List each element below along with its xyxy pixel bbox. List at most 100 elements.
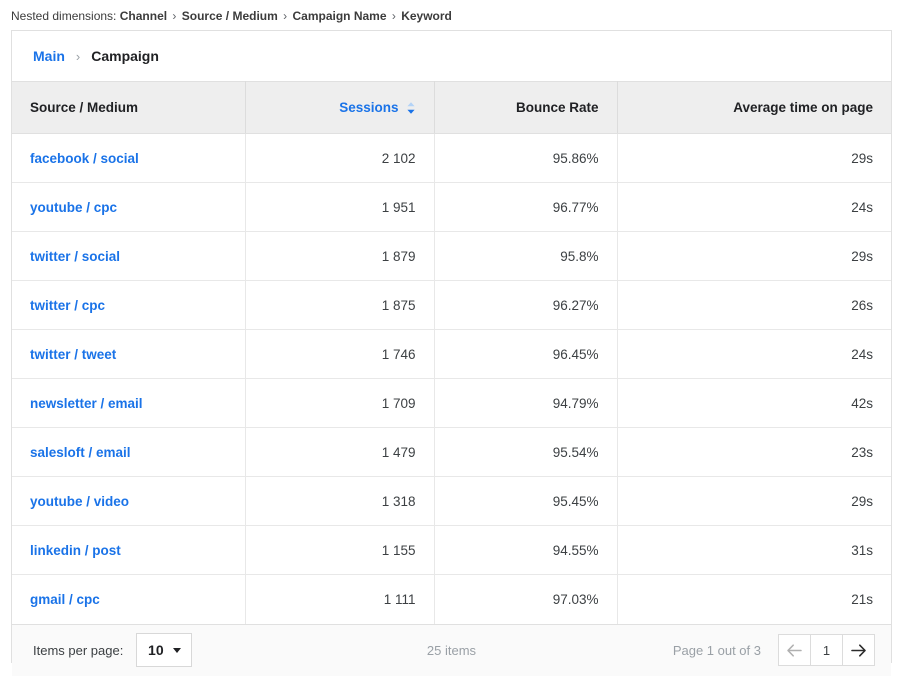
source-medium-link[interactable]: facebook / social	[30, 151, 139, 166]
nested-dimension-channel: Channel	[119, 9, 168, 23]
cell-average-time: 24s	[617, 329, 891, 379]
cell-sessions: 1 879	[245, 231, 435, 281]
cell-bounce-rate: 95.86%	[434, 133, 618, 183]
cell-bounce-rate: 96.27%	[434, 280, 618, 330]
nested-dimensions-separator-icon: ›	[172, 9, 177, 23]
previous-page-button[interactable]	[778, 634, 811, 666]
column-header-bounce-rate[interactable]: Bounce Rate	[434, 81, 618, 134]
cell-source-medium: newsletter / email	[12, 378, 246, 428]
column-header-label: Bounce Rate	[515, 100, 599, 115]
column-header-source-medium[interactable]: Source / Medium	[12, 81, 246, 134]
cell-source-medium: linkedin / post	[12, 525, 246, 575]
cell-source-medium: gmail / cpc	[12, 574, 246, 624]
cell-source-medium: salesloft / email	[12, 427, 246, 477]
table-body: facebook / social 2 102 95.86% 29s youtu…	[12, 133, 891, 624]
cell-sessions: 1 155	[245, 525, 435, 575]
cell-bounce-rate: 97.03%	[434, 574, 618, 624]
cell-source-medium: twitter / social	[12, 231, 246, 281]
items-per-page-label: Items per page:	[33, 642, 124, 658]
cell-bounce-rate: 94.55%	[434, 525, 618, 575]
table-row: salesloft / email 1 479 95.54% 23s	[12, 427, 891, 477]
cell-bounce-rate: 95.45%	[434, 476, 618, 526]
table-row: twitter / social 1 879 95.8% 29s	[12, 231, 891, 281]
source-medium-link[interactable]: twitter / cpc	[30, 298, 105, 313]
cell-source-medium: youtube / cpc	[12, 182, 246, 232]
nested-dimensions-separator-icon: ›	[283, 9, 288, 23]
pagination-area: Page 1 out of 3 1	[673, 634, 875, 666]
source-medium-link[interactable]: newsletter / email	[30, 396, 143, 411]
column-header-average-time-on-page[interactable]: Average time on page	[617, 81, 891, 134]
sort-control-sessions[interactable]: Sessions	[339, 100, 415, 115]
cell-average-time: 31s	[617, 525, 891, 575]
cell-average-time: 23s	[617, 427, 891, 477]
nested-dimensions-label: Nested dimensions:	[11, 9, 117, 23]
items-per-page-select[interactable]: 10	[136, 633, 193, 667]
cell-sessions: 1 111	[245, 574, 435, 624]
cell-source-medium: twitter / tweet	[12, 329, 246, 379]
table-row: youtube / cpc 1 951 96.77% 24s	[12, 182, 891, 232]
source-medium-link[interactable]: linkedin / post	[30, 543, 121, 558]
cell-average-time: 29s	[617, 476, 891, 526]
nested-dimensions-bar: Nested dimensions: Channel › Source / Me…	[0, 0, 903, 24]
cell-average-time: 24s	[617, 182, 891, 232]
cell-average-time: 29s	[617, 231, 891, 281]
cell-sessions: 1 318	[245, 476, 435, 526]
column-header-label: Sessions	[339, 100, 399, 115]
cell-sessions: 1 746	[245, 329, 435, 379]
chevron-right-icon: ›	[75, 48, 81, 64]
table-row: twitter / cpc 1 875 96.27% 26s	[12, 280, 891, 330]
current-page-number: 1	[822, 642, 831, 658]
breadcrumb-current-campaign: Campaign	[91, 48, 159, 64]
nested-dimension-keyword: Keyword	[401, 9, 452, 23]
nested-dimension-campaign-name: Campaign Name	[292, 9, 387, 23]
table-header-row: Source / Medium Sessions Bounce Rate Ave…	[12, 81, 891, 134]
cell-source-medium: twitter / cpc	[12, 280, 246, 330]
table-row: youtube / video 1 318 95.45% 29s	[12, 476, 891, 526]
breadcrumb-item-main[interactable]: Main	[33, 48, 65, 64]
sort-arrows-icon	[406, 101, 416, 115]
source-medium-link[interactable]: youtube / cpc	[30, 200, 117, 215]
table-header: Source / Medium Sessions Bounce Rate Ave…	[12, 81, 891, 134]
cell-average-time: 26s	[617, 280, 891, 330]
items-per-page-value: 10	[148, 642, 164, 658]
column-header-sessions[interactable]: Sessions	[245, 81, 435, 134]
cell-bounce-rate: 94.79%	[434, 378, 618, 428]
cell-sessions: 1 951	[245, 182, 435, 232]
cell-source-medium: youtube / video	[12, 476, 246, 526]
report-card: Main › Campaign Source / Medium Sessions	[11, 30, 892, 676]
source-medium-link[interactable]: salesloft / email	[30, 445, 131, 460]
table-row: facebook / social 2 102 95.86% 29s	[12, 133, 891, 183]
source-medium-link[interactable]: twitter / tweet	[30, 347, 116, 362]
cell-sessions: 1 709	[245, 378, 435, 428]
cell-bounce-rate: 95.54%	[434, 427, 618, 477]
page-status: Page 1 out of 3	[672, 642, 761, 658]
cell-source-medium: facebook / social	[12, 133, 246, 183]
arrow-right-icon	[851, 643, 866, 657]
pagination-controls: 1	[778, 634, 875, 666]
cell-bounce-rate: 95.8%	[434, 231, 618, 281]
table-footer: Items per page: 10 25 items Page 1 out o…	[12, 623, 891, 676]
table-row: gmail / cpc 1 111 97.03% 21s	[12, 574, 891, 624]
table-row: linkedin / post 1 155 94.55% 31s	[12, 525, 891, 575]
column-header-label: Source / Medium	[30, 100, 139, 115]
cell-sessions: 1 875	[245, 280, 435, 330]
cell-bounce-rate: 96.45%	[434, 329, 618, 379]
cell-average-time: 29s	[617, 133, 891, 183]
next-page-button[interactable]	[842, 634, 875, 666]
source-medium-link[interactable]: youtube / video	[30, 494, 129, 509]
source-medium-link[interactable]: twitter / social	[30, 249, 120, 264]
cell-bounce-rate: 96.77%	[434, 182, 618, 232]
chevron-down-icon	[172, 647, 181, 653]
nested-dimensions-separator-icon: ›	[391, 9, 396, 23]
column-header-label: Average time on page	[733, 100, 873, 115]
cell-sessions: 1 479	[245, 427, 435, 477]
arrow-left-icon	[787, 643, 802, 657]
cell-average-time: 21s	[617, 574, 891, 624]
report-table: Source / Medium Sessions Bounce Rate Ave…	[12, 81, 891, 624]
source-medium-link[interactable]: gmail / cpc	[30, 592, 100, 607]
table-row: twitter / tweet 1 746 96.45% 24s	[12, 329, 891, 379]
cell-sessions: 2 102	[245, 133, 435, 183]
cell-average-time: 42s	[617, 378, 891, 428]
table-row: newsletter / email 1 709 94.79% 42s	[12, 378, 891, 428]
current-page-indicator[interactable]: 1	[810, 634, 843, 666]
